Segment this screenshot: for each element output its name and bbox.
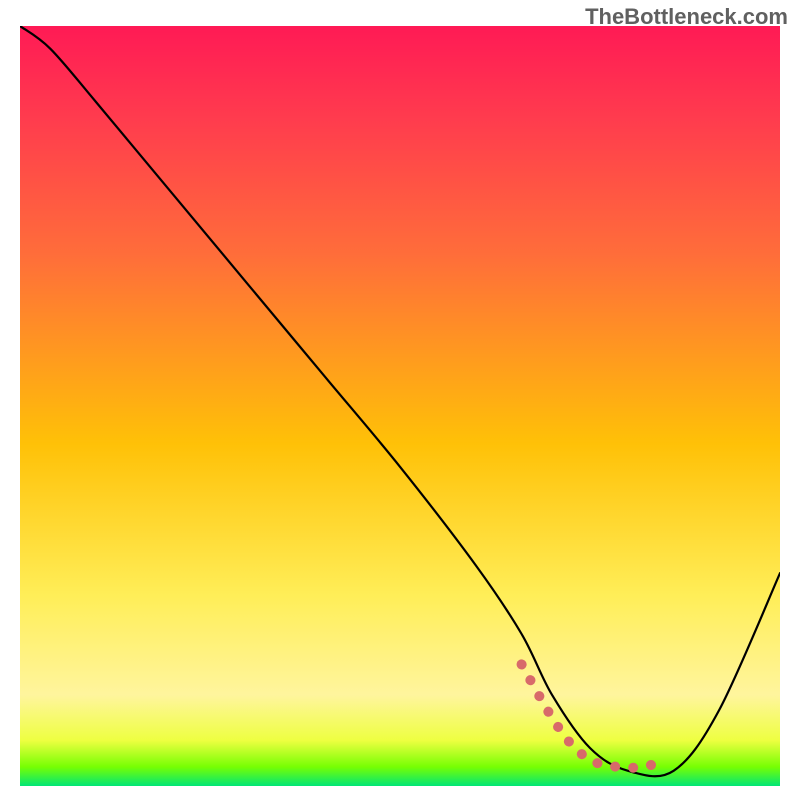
watermark-text: TheBottleneck.com [585, 4, 788, 30]
plot-area [20, 26, 780, 786]
gradient-rect [20, 26, 780, 786]
chart-container: TheBottleneck.com [0, 0, 800, 800]
gradient-background [20, 26, 780, 786]
